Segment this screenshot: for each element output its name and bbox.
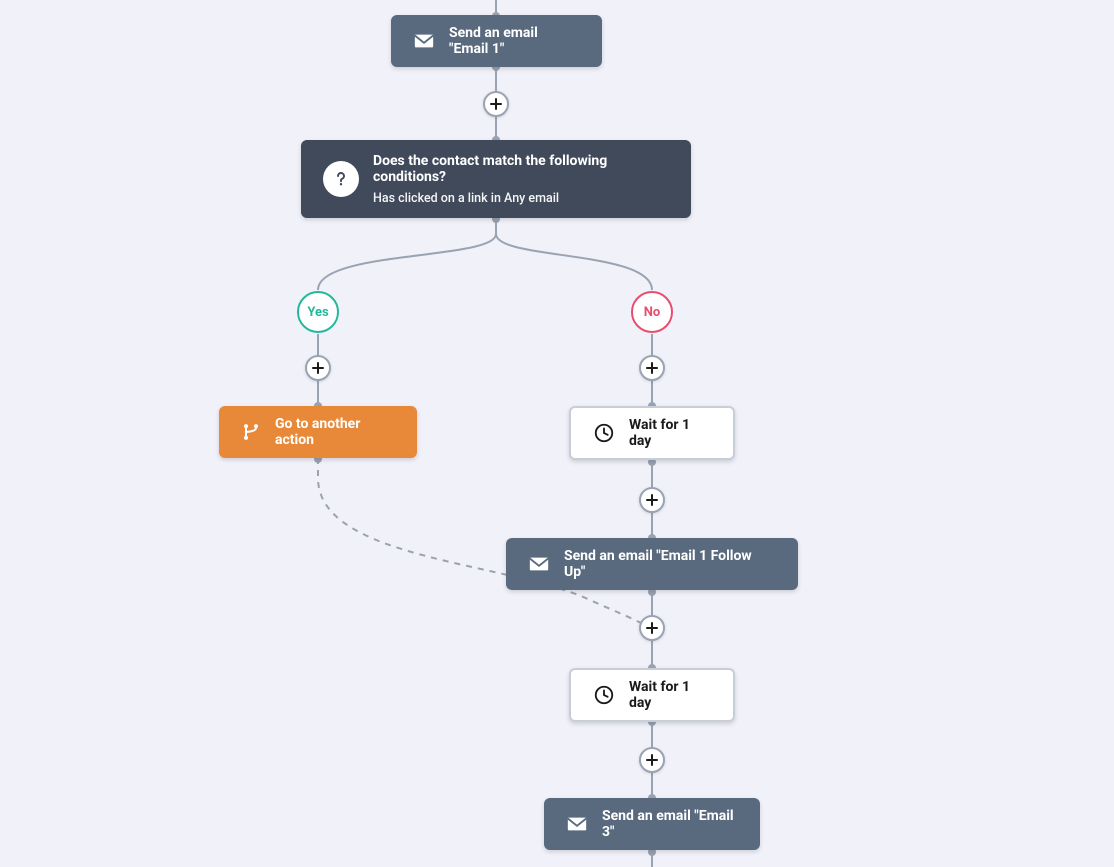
clock-icon [593, 422, 615, 444]
mail-icon [528, 553, 550, 575]
add-step-button[interactable] [639, 615, 665, 641]
branch-icon [241, 422, 261, 442]
clock-icon [593, 684, 615, 706]
branch-yes-label: Yes [297, 291, 339, 333]
branch-no-label: No [631, 291, 673, 333]
node-label: Send an email "Email 1" [449, 25, 580, 57]
add-step-button[interactable] [639, 355, 665, 381]
node-label: Wait for 1 day [629, 679, 711, 711]
wait-1-node[interactable]: Wait for 1 day [569, 406, 735, 460]
send-email-3-node[interactable]: Send an email "Email 3" [544, 798, 760, 850]
condition-subtitle: Has clicked on a link in Any email [373, 191, 669, 206]
mail-icon [566, 813, 588, 835]
node-label: Send an email "Email 1 Follow Up" [564, 548, 776, 580]
wait-2-node[interactable]: Wait for 1 day [569, 668, 735, 722]
add-step-button[interactable] [483, 91, 509, 117]
send-email-2-node[interactable]: Send an email "Email 1 Follow Up" [506, 538, 798, 590]
node-label: Go to another action [275, 416, 395, 448]
add-step-button[interactable] [639, 487, 665, 513]
connector-lines [0, 0, 1114, 867]
question-icon [323, 161, 359, 197]
condition-node[interactable]: Does the contact match the following con… [301, 140, 691, 218]
node-label: Send an email "Email 3" [602, 808, 738, 840]
condition-title: Does the contact match the following con… [373, 153, 669, 185]
goto-action-node[interactable]: Go to another action [219, 406, 417, 458]
mail-icon [413, 30, 435, 52]
add-step-button[interactable] [305, 355, 331, 381]
node-label: Wait for 1 day [629, 417, 711, 449]
add-step-button[interactable] [639, 747, 665, 773]
send-email-1-node[interactable]: Send an email "Email 1" [391, 15, 602, 67]
condition-text: Does the contact match the following con… [373, 153, 669, 206]
